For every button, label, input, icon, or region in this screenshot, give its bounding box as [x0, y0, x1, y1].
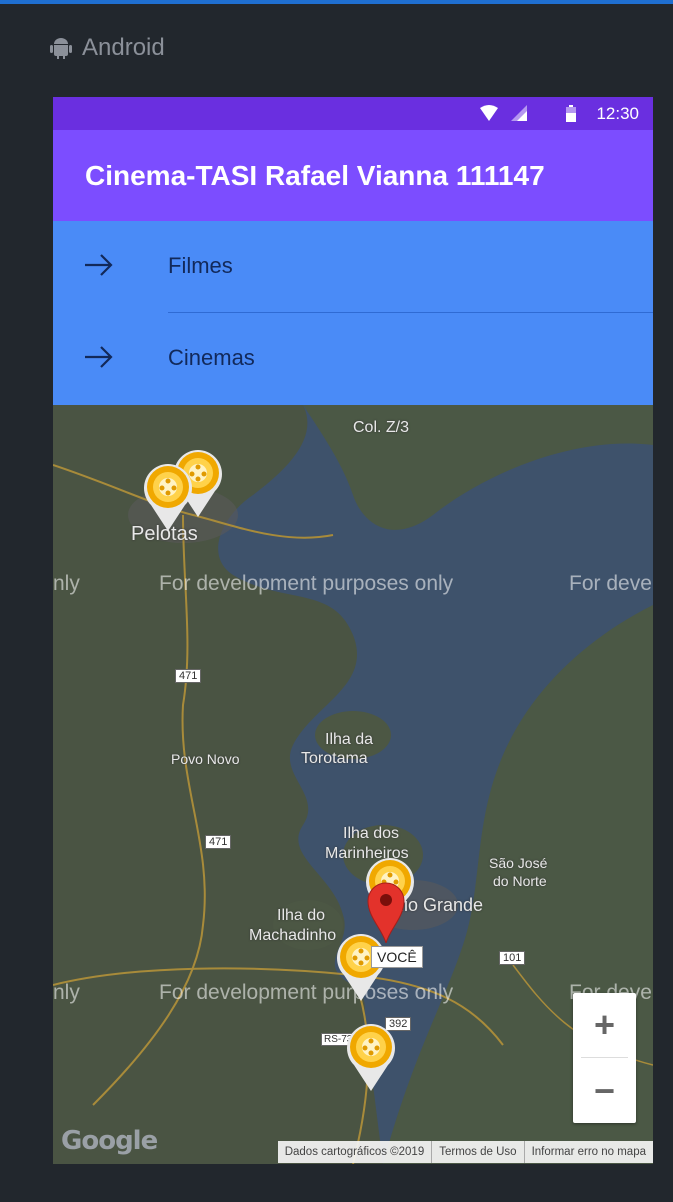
app-title: Cinema-TASI Rafael Vianna 111147	[85, 160, 545, 191]
cinema-marker-icon[interactable]	[141, 463, 195, 531]
map-attribution: Dados cartográficos ©2019 Termos de Uso …	[277, 1141, 653, 1163]
os-label-text: Android	[82, 34, 165, 61]
watermark-fragment: nly	[53, 981, 80, 1004]
watermark: For development purposes only	[159, 572, 454, 595]
zoom-in-button[interactable]: +	[573, 993, 636, 1057]
google-logo: Google	[61, 1126, 158, 1156]
arrow-right-icon	[85, 346, 113, 368]
map-data-attribution: Dados cartográficos ©2019	[278, 1141, 433, 1163]
signal-icon	[511, 105, 527, 121]
zoom-out-button[interactable]: −	[573, 1059, 636, 1123]
map-view[interactable]: Col. Z/3 Pelotas Povo Novo Ilha da Torot…	[53, 405, 653, 1164]
device-screen: 12:30 Cinema-TASI Rafael Vianna 111147 F…	[53, 97, 653, 1164]
terms-link[interactable]: Termos de Uso	[432, 1141, 525, 1163]
map-label-ilha-torotama: Ilha da	[325, 731, 374, 748]
top-accent-line	[0, 0, 673, 4]
map-label-torotama: Torotama	[301, 750, 368, 767]
road-shield-101: 101	[499, 951, 526, 965]
road-shield-471: 471	[175, 669, 202, 683]
road-shield-471: 471	[205, 835, 232, 849]
nav-menu: Filmes Cinemas	[53, 221, 653, 405]
zoom-separator	[581, 1057, 628, 1058]
menu-item-filmes[interactable]: Filmes	[53, 221, 653, 313]
menu-item-label: Cinemas	[168, 345, 255, 370]
arrow-right-icon	[85, 254, 113, 276]
map-label-ilha-marinheiros: Ilha dos	[343, 825, 400, 842]
map-label-machadinho: Machadinho	[249, 927, 337, 944]
menu-item-cinemas[interactable]: Cinemas	[53, 313, 653, 405]
you-label: VOCÊ	[371, 946, 423, 968]
watermark: For development purposes only	[159, 981, 454, 1004]
app-bar: Cinema-TASI Rafael Vianna 111147	[53, 130, 653, 221]
wifi-icon	[480, 105, 498, 121]
user-location-pin-icon[interactable]	[366, 881, 406, 943]
map-label-povo-novo: Povo Novo	[171, 751, 240, 767]
map-label-ilha-do: Ilha do	[277, 907, 326, 924]
report-error-link[interactable]: Informar erro no mapa	[525, 1141, 653, 1163]
android-icon	[50, 38, 72, 59]
menu-item-label: Filmes	[168, 253, 233, 278]
zoom-controls: + −	[573, 993, 636, 1123]
watermark-fragment: For deve	[569, 572, 652, 595]
os-header: Android	[50, 34, 165, 62]
status-time: 12:30	[596, 104, 639, 123]
map-label-col-z3: Col. Z/3	[353, 419, 410, 436]
status-bar: 12:30	[53, 97, 653, 130]
watermark-fragment: nly	[53, 572, 80, 595]
map-label-do-norte: do Norte	[493, 873, 547, 889]
cinema-marker-icon[interactable]	[344, 1023, 398, 1091]
battery-icon	[566, 105, 576, 122]
map-label-sao-jose: São José	[489, 855, 548, 871]
